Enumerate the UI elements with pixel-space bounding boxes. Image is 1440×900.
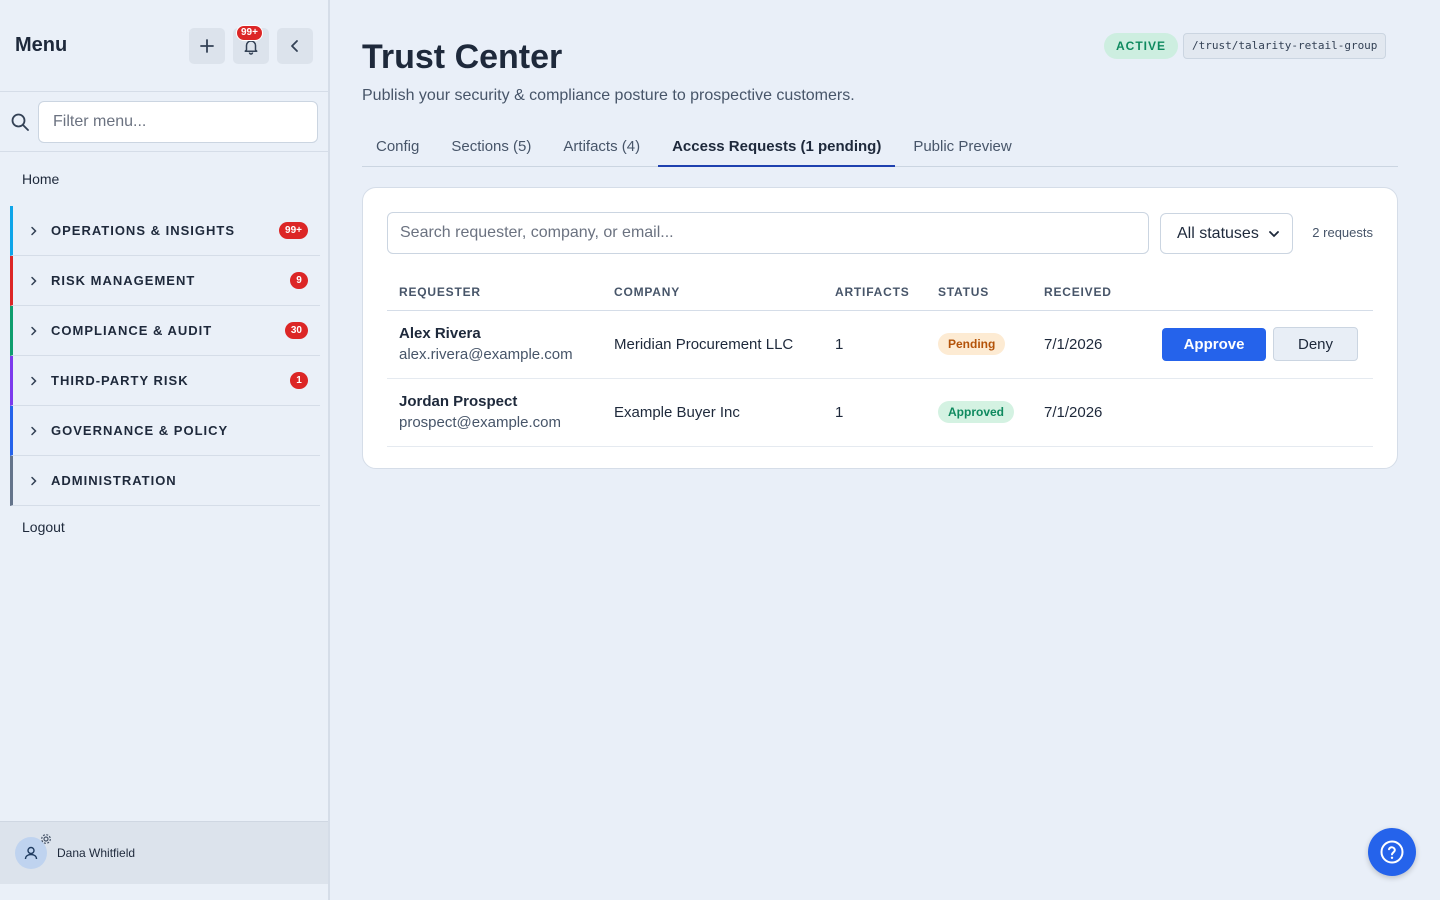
status-cell: Pending: [926, 310, 1032, 379]
actions-cell: [1150, 378, 1373, 447]
sidebar-group-risk-management[interactable]: RISK MANAGEMENT 9: [10, 256, 320, 306]
requester-email: alex.rivera@example.com: [399, 346, 573, 363]
help-button[interactable]: [1368, 828, 1416, 876]
page-title: Trust Center: [362, 38, 563, 76]
status-filter-select[interactable]: All statuses: [1160, 213, 1293, 254]
count-badge: 1: [290, 372, 308, 389]
tab-access-requests[interactable]: Access Requests (1 pending): [658, 128, 896, 167]
sidebar-group-governance-policy[interactable]: GOVERNANCE & POLICY: [10, 406, 320, 456]
artifacts-cell: 1: [823, 378, 926, 447]
status-badge: Approved: [938, 401, 1015, 423]
col-received: RECEIVED: [1032, 274, 1150, 311]
received-cell: 7/1/2026: [1032, 378, 1150, 447]
sidebar-group-compliance-audit[interactable]: COMPLIANCE & AUDIT 30: [10, 306, 320, 356]
sidebar-group-label: ADMINISTRATION: [51, 473, 177, 488]
requester-name: Jordan Prospect: [399, 393, 518, 410]
count-badge: 9: [290, 272, 308, 289]
user-name: Dana Whitfield: [57, 846, 136, 860]
access-requests-card: All statuses 2 requests REQUESTER COMPAN…: [362, 187, 1398, 469]
notifications-button[interactable]: 99+: [233, 24, 269, 64]
filter-menu-input[interactable]: [38, 100, 318, 143]
received-cell: 7/1/2026: [1032, 310, 1150, 379]
col-status: STATUS: [926, 274, 1032, 311]
sidebar-group-administration[interactable]: ADMINISTRATION: [10, 456, 320, 506]
requester-cell: Jordan Prospect prospect@example.com: [387, 378, 602, 447]
add-button[interactable]: [189, 27, 225, 64]
chevron-right-icon: [31, 426, 37, 435]
artifacts-cell: 1: [823, 310, 926, 379]
requester-cell: Alex Rivera alex.rivera@example.com: [387, 310, 602, 379]
sidebar-group-label: COMPLIANCE & AUDIT: [51, 323, 213, 338]
sidebar-header: Menu 99+: [0, 0, 328, 92]
request-count: 2 requests: [1312, 225, 1373, 240]
sidebar-group-label: GOVERNANCE & POLICY: [51, 423, 229, 438]
notification-badge: 99+: [236, 24, 263, 41]
status-badge: Pending: [938, 333, 1006, 355]
deny-button[interactable]: Deny: [1273, 327, 1358, 361]
chevron-right-icon: [31, 226, 37, 235]
user-icon: [24, 846, 38, 860]
chevron-right-icon: [31, 376, 37, 385]
table-row: Jordan Prospect prospect@example.com Exa…: [387, 378, 1373, 447]
sidebar-item-home[interactable]: Home: [0, 152, 328, 206]
sidebar-group-label: RISK MANAGEMENT: [51, 273, 196, 288]
table-row: Alex Rivera alex.rivera@example.com Meri…: [387, 310, 1373, 379]
sidebar-title: Menu: [15, 34, 68, 56]
status-badge: ACTIVE: [1104, 33, 1179, 59]
tab-bar: Config Sections (5) Artifacts (4) Access…: [362, 128, 1398, 167]
chevron-down-icon: [1269, 230, 1279, 237]
company-cell: Example Buyer Inc: [602, 378, 823, 447]
avatar[interactable]: [15, 834, 51, 869]
tab-sections[interactable]: Sections (5): [437, 128, 545, 167]
table-header-row: REQUESTER COMPANY ARTIFACTS STATUS RECEI…: [387, 274, 1373, 311]
collapse-sidebar-button[interactable]: [277, 27, 313, 64]
col-requester: REQUESTER: [387, 274, 602, 311]
col-company: COMPANY: [602, 274, 823, 311]
requester-email: prospect@example.com: [399, 414, 561, 431]
plus-icon: [200, 38, 214, 53]
sidebar-group-label: OPERATIONS & INSIGHTS: [51, 223, 235, 238]
tab-config[interactable]: Config: [362, 128, 433, 167]
page-subtitle: Publish your security & compliance postu…: [362, 87, 855, 104]
sidebar-item-logout[interactable]: Logout: [0, 514, 328, 540]
access-requests-table: REQUESTER COMPANY ARTIFACTS STATUS RECEI…: [387, 274, 1373, 447]
trust-slug: /trust/talarity-retail-group: [1183, 33, 1387, 59]
approve-button[interactable]: Approve: [1162, 327, 1266, 361]
col-artifacts: ARTIFACTS: [823, 274, 926, 311]
gear-icon: [41, 834, 51, 844]
actions-cell: Approve Deny: [1150, 310, 1373, 379]
search-icon: [11, 113, 29, 131]
count-badge: 30: [284, 322, 308, 339]
tab-artifacts[interactable]: Artifacts (4): [549, 128, 654, 167]
company-cell: Meridian Procurement LLC: [602, 310, 823, 379]
chevron-right-icon: [31, 476, 37, 485]
help-icon: [1380, 840, 1404, 864]
sidebar-groups: OPERATIONS & INSIGHTS 99+ RISK MANAGEMEN…: [0, 206, 328, 506]
user-profile[interactable]: Dana Whitfield: [0, 821, 328, 884]
status-cell: Approved: [926, 378, 1032, 447]
sidebar-search: [0, 92, 328, 152]
sidebar: Menu 99+ Home OPERATIONS & INSIGHTS 99+ …: [0, 0, 330, 900]
chevron-left-icon: [291, 39, 298, 52]
search-requests-input[interactable]: [387, 212, 1149, 254]
filter-row: All statuses 2 requests: [387, 212, 1373, 254]
tab-public-preview[interactable]: Public Preview: [899, 128, 1025, 167]
chevron-right-icon: [31, 326, 37, 335]
requester-name: Alex Rivera: [399, 325, 481, 342]
sidebar-group-label: THIRD-PARTY RISK: [51, 373, 189, 388]
sidebar-group-operations[interactable]: OPERATIONS & INSIGHTS 99+: [10, 206, 320, 256]
status-filter-value: All statuses: [1177, 224, 1259, 242]
sidebar-group-third-party-risk[interactable]: THIRD-PARTY RISK 1: [10, 356, 320, 406]
chevron-right-icon: [31, 276, 37, 285]
col-actions: [1150, 274, 1373, 311]
count-badge: 99+: [279, 222, 308, 239]
